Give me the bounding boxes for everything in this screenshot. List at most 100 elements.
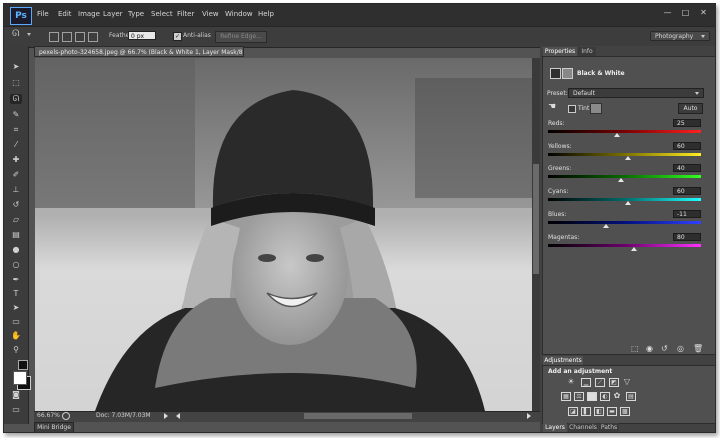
subtract-selection-icon[interactable]	[75, 32, 85, 42]
adjustment-layer-icon[interactable]	[550, 68, 561, 79]
cyans-value-field[interactable]: 60	[673, 187, 701, 195]
menu-help[interactable]: Help	[258, 10, 274, 18]
eyedropper-icon[interactable]: ⁄	[10, 140, 22, 150]
pen-tool-icon[interactable]: ✒	[10, 275, 22, 285]
reds-slider-track[interactable]	[548, 130, 701, 133]
visibility-icon[interactable]: ◎	[677, 344, 684, 353]
close-icon[interactable]: ✕	[699, 8, 708, 17]
selective-color-icon[interactable]: ▩	[620, 407, 630, 416]
menu-filter[interactable]: Filter	[177, 10, 194, 18]
tab-paths[interactable]: Paths	[599, 423, 619, 432]
marquee-tool-icon[interactable]: ⬚	[10, 78, 22, 88]
crop-tool-icon[interactable]: ⌗	[10, 125, 22, 135]
quick-mask-icon[interactable]: ◙	[10, 390, 22, 400]
brush-tool-icon[interactable]: ✐	[10, 170, 22, 180]
zoom-tool-icon[interactable]: ⚲	[10, 345, 22, 355]
menu-select[interactable]: Select	[151, 10, 173, 18]
hue-saturation-icon[interactable]: ▦	[561, 392, 571, 401]
scroll-left-icon[interactable]	[176, 413, 180, 419]
posterize-icon[interactable]: ▌	[581, 407, 591, 416]
curves-icon[interactable]: ⟋	[595, 378, 605, 387]
magentas-slider-track[interactable]	[548, 244, 701, 247]
menu-file[interactable]: File	[37, 10, 49, 18]
horizontal-scroll-thumb[interactable]	[304, 413, 412, 419]
refine-edge-button[interactable]: Refine Edge...	[215, 31, 267, 43]
yellows-slider-thumb[interactable]	[624, 156, 631, 160]
menu-layer[interactable]: Layer	[103, 10, 123, 18]
path-select-icon[interactable]: ➤	[10, 303, 22, 313]
document-tab[interactable]: pexels-photo-324658.jpeg @ 66.7% (Black …	[34, 46, 244, 57]
document-canvas[interactable]	[35, 58, 532, 411]
tab-layers[interactable]: Layers	[543, 423, 567, 432]
chevron-down-icon[interactable]	[27, 33, 31, 36]
layer-mask-icon[interactable]	[562, 68, 573, 79]
menu-image[interactable]: Image	[78, 10, 100, 18]
invert-icon[interactable]: ◪	[568, 407, 578, 416]
swap-colors-icon[interactable]	[18, 360, 28, 370]
brightness-icon[interactable]: ☀	[567, 378, 575, 386]
antialias-checkbox[interactable]: ✓	[173, 32, 182, 41]
type-tool-icon[interactable]: T	[10, 289, 22, 299]
tab-adjustments[interactable]: Adjustments	[543, 356, 583, 365]
zoom-level[interactable]: 66.67%	[37, 412, 60, 419]
healing-brush-icon[interactable]: ✚	[10, 155, 22, 165]
move-tool-icon[interactable]: ➤	[10, 62, 22, 72]
tint-checkbox[interactable]	[568, 105, 576, 113]
menu-type[interactable]: Type	[128, 10, 144, 18]
preset-select[interactable]: Default	[568, 88, 704, 98]
chevron-down-icon[interactable]	[695, 92, 699, 95]
quick-select-icon[interactable]: ✎	[10, 110, 22, 120]
hand-tool-icon[interactable]: ✋	[10, 331, 22, 341]
threshold-icon[interactable]: ◧	[594, 407, 604, 416]
greens-slider-track[interactable]	[548, 175, 701, 178]
gradient-map-icon[interactable]: ▬	[607, 407, 617, 416]
menu-edit[interactable]: Edit	[58, 10, 72, 18]
vertical-scroll-thumb[interactable]	[533, 164, 539, 274]
targeted-adjust-hand-icon[interactable]: ☚	[548, 102, 556, 112]
screen-mode-icon[interactable]: ▭	[10, 405, 22, 415]
tab-info[interactable]: Info	[578, 47, 596, 56]
magentas-value-field[interactable]: 80	[673, 233, 701, 241]
scroll-right-icon[interactable]	[527, 413, 531, 419]
dodge-tool-icon[interactable]: ○	[10, 260, 22, 270]
lasso-tool-preset-icon[interactable]: ᘏ	[12, 29, 19, 39]
add-selection-icon[interactable]	[62, 32, 72, 42]
blues-slider-thumb[interactable]	[602, 224, 609, 228]
clip-to-layer-icon[interactable]: ⬚	[631, 344, 639, 353]
greens-value-field[interactable]: 40	[673, 164, 701, 172]
tint-color-swatch[interactable]	[590, 103, 602, 114]
shape-tool-icon[interactable]: ▭	[10, 317, 22, 327]
magentas-slider-thumb[interactable]	[630, 247, 637, 251]
blues-slider-track[interactable]	[548, 221, 701, 224]
blues-value-field[interactable]: -11	[673, 210, 701, 218]
trash-icon[interactable]: 🗑	[693, 344, 703, 353]
yellows-value-field[interactable]: 60	[673, 142, 701, 150]
play-arrow-icon[interactable]	[164, 413, 168, 419]
lasso-tool-icon[interactable]: ᘏ	[10, 94, 22, 104]
history-brush-icon[interactable]: ↺	[10, 200, 22, 210]
minimize-icon[interactable]: —	[663, 8, 672, 17]
eraser-icon[interactable]: ▱	[10, 215, 22, 225]
cyans-slider-thumb[interactable]	[624, 201, 631, 205]
black-white-icon[interactable]	[587, 392, 597, 401]
maximize-icon[interactable]: □	[681, 8, 690, 17]
blur-tool-icon[interactable]: ●	[10, 245, 22, 255]
color-balance-icon[interactable]: ⚖	[574, 392, 584, 401]
auto-button[interactable]: Auto	[678, 103, 703, 114]
gradient-tool-icon[interactable]: ▤	[10, 230, 22, 240]
channel-mixer-icon[interactable]: ✿	[613, 392, 621, 400]
menu-window[interactable]: Window	[225, 10, 253, 18]
clone-stamp-icon[interactable]: ⊥	[10, 185, 22, 195]
mini-bridge-tab[interactable]: Mini Bridge	[34, 422, 74, 432]
reds-slider-thumb[interactable]	[613, 133, 620, 137]
exposure-icon[interactable]: ◩	[609, 378, 619, 387]
foreground-color-swatch[interactable]	[13, 371, 27, 385]
chevron-down-icon[interactable]	[701, 35, 705, 38]
intersect-selection-icon[interactable]	[88, 32, 98, 42]
tab-channels[interactable]: Channels	[568, 423, 598, 432]
view-previous-icon[interactable]: ◉	[646, 344, 653, 353]
feather-input[interactable]: 0 px	[128, 31, 156, 40]
color-lookup-icon[interactable]: ▤	[626, 392, 636, 401]
levels-icon[interactable]: ▁	[581, 378, 591, 387]
share-icon[interactable]	[62, 412, 70, 420]
